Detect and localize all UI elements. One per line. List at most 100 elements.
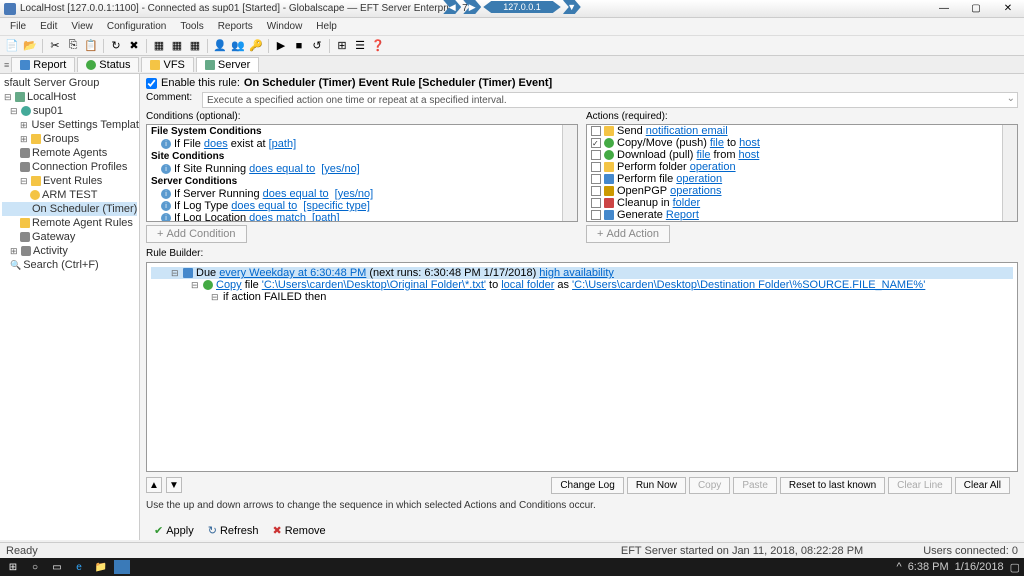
expand-icon[interactable]: ⊟ — [171, 268, 180, 279]
play-icon[interactable]: ▶ — [273, 38, 289, 54]
tree-remote-agent-rules[interactable]: Remote Agent Rules — [2, 216, 137, 230]
maximize-button[interactable]: ▢ — [964, 2, 988, 16]
action-as2[interactable]: AS2 Send file to host — [587, 221, 1017, 222]
tab-status[interactable]: Status — [77, 57, 139, 72]
cond-log-type[interactable]: iIf Log Type does equal to [specific typ… — [147, 200, 577, 212]
builder-row-copy[interactable]: ⊟ Copy file 'C:\Users\carden\Desktop\Ori… — [151, 279, 1013, 291]
stop-icon[interactable]: ■ — [291, 38, 307, 54]
cond-log-location[interactable]: iIf Log Location does match [path] — [147, 212, 577, 222]
cond-file-exist[interactable]: iIf File does exist at [path] — [147, 138, 577, 150]
clock-date[interactable]: 1/16/2018 — [955, 561, 1004, 573]
edge-icon[interactable]: e — [70, 560, 88, 574]
move-down-button[interactable]: ▼ — [166, 477, 182, 493]
tree-scheduler-rule[interactable]: On Scheduler (Timer) Event Rule — [2, 202, 137, 216]
tree-activity[interactable]: ⊞Activity — [2, 244, 137, 258]
tray-up-icon[interactable]: ^ — [897, 561, 902, 573]
new-icon[interactable]: 📄 — [4, 38, 20, 54]
grid-icon[interactable]: ⊞ — [334, 38, 350, 54]
menu-help[interactable]: Help — [310, 19, 343, 34]
rule-builder[interactable]: ⊟ Due every Weekday at 6:30:48 PM (next … — [146, 262, 1018, 472]
tree-site[interactable]: ⊟sup01 — [2, 104, 137, 118]
menu-view[interactable]: View — [65, 19, 99, 34]
users-icon[interactable]: 👥 — [230, 38, 246, 54]
action-perform-folder[interactable]: Perform folder operation — [587, 161, 1017, 173]
menu-window[interactable]: Window — [261, 19, 309, 34]
action-cleanup[interactable]: Cleanup in folder — [587, 197, 1017, 209]
tree-conn-profiles[interactable]: Connection Profiles — [2, 160, 137, 174]
apply-button[interactable]: ✔Apply — [154, 524, 194, 537]
search-icon[interactable]: ○ — [26, 560, 44, 574]
nav-back-icon[interactable]: ◀ — [443, 0, 461, 14]
tree-event-rules[interactable]: ⊟Event Rules — [2, 174, 137, 188]
tool-a-icon[interactable]: ▦ — [151, 38, 167, 54]
enable-rule-checkbox[interactable] — [146, 78, 157, 89]
refresh-icon[interactable]: ↻ — [108, 38, 124, 54]
action-perform-file[interactable]: Perform file operation — [587, 173, 1017, 185]
list-icon[interactable]: ☰ — [352, 38, 368, 54]
user-icon[interactable]: 👤 — [212, 38, 228, 54]
expand-icon[interactable]: ⊟ — [191, 280, 200, 291]
nav-drop-icon[interactable]: ▼ — [563, 0, 581, 14]
action-download[interactable]: Download (pull) file from host — [587, 149, 1017, 161]
action-copy-move[interactable]: Copy/Move (push) file to host — [587, 137, 1017, 149]
copy-icon[interactable]: ⎘ — [65, 38, 81, 54]
action-openpgp[interactable]: OpenPGP operations — [587, 185, 1017, 197]
menu-file[interactable]: File — [4, 19, 32, 34]
tree-gateway[interactable]: Gateway — [2, 230, 137, 244]
help-icon[interactable]: ❓ — [370, 38, 386, 54]
paste-button[interactable]: Paste — [733, 477, 777, 494]
remove-button[interactable]: ✖Remove — [273, 524, 326, 537]
menu-edit[interactable]: Edit — [34, 19, 63, 34]
move-up-button[interactable]: ▲ — [146, 477, 162, 493]
clear-line-button[interactable]: Clear Line — [888, 477, 952, 494]
menu-tools[interactable]: Tools — [174, 19, 209, 34]
reset-button[interactable]: Reset to last known — [780, 477, 885, 494]
tree-root[interactable]: sfault Server Group — [2, 76, 137, 90]
restart-icon[interactable]: ↺ — [309, 38, 325, 54]
checkbox-icon[interactable] — [591, 126, 601, 136]
tab-server[interactable]: Server — [196, 57, 259, 72]
minimize-button[interactable]: — — [932, 2, 956, 16]
tool-c-icon[interactable]: ▦ — [187, 38, 203, 54]
delete-icon[interactable]: ✖ — [126, 38, 142, 54]
taskview-icon[interactable]: ▭ — [48, 560, 66, 574]
tree-search[interactable]: 🔍Search (Ctrl+F) — [2, 258, 137, 272]
cut-icon[interactable]: ✂ — [47, 38, 63, 54]
close-button[interactable]: ✕ — [996, 2, 1020, 16]
checkbox-icon[interactable] — [591, 186, 601, 196]
tree-host[interactable]: ⊟LocalHost — [2, 90, 137, 104]
add-action-button[interactable]: +Add Action — [586, 225, 670, 243]
conditions-list[interactable]: File System Conditions iIf File does exi… — [146, 124, 578, 222]
comment-field[interactable]: Execute a specified action one time or r… — [202, 92, 1018, 108]
tool-b-icon[interactable]: ▦ — [169, 38, 185, 54]
add-condition-button[interactable]: +Add Condition — [146, 225, 247, 243]
tab-report[interactable]: Report — [11, 57, 75, 72]
menu-configuration[interactable]: Configuration — [101, 19, 172, 34]
paste-icon[interactable]: 📋 — [83, 38, 99, 54]
actions-list[interactable]: Send notification email Copy/Move (push)… — [586, 124, 1018, 222]
checkbox-icon[interactable] — [591, 174, 601, 184]
tree-groups[interactable]: ⊞Groups — [2, 132, 137, 146]
cond-site-running[interactable]: iIf Site Running does equal to [yes/no] — [147, 163, 577, 175]
checkbox-icon[interactable] — [591, 210, 601, 220]
expand-icon[interactable]: ⊟ — [211, 292, 220, 303]
tree-remote-agents[interactable]: Remote Agents — [2, 146, 137, 160]
refresh-button[interactable]: ↻Refresh — [208, 524, 259, 537]
clear-all-button[interactable]: Clear All — [955, 477, 1010, 494]
key-icon[interactable]: 🔑 — [248, 38, 264, 54]
action-send-email[interactable]: Send notification email — [587, 125, 1017, 137]
start-button[interactable]: ⊞ — [4, 560, 22, 574]
eft-icon[interactable] — [114, 560, 130, 574]
tree-arm-test[interactable]: ARM TEST — [2, 188, 137, 202]
open-icon[interactable]: 📂 — [22, 38, 38, 54]
explorer-icon[interactable]: 📁 — [92, 560, 110, 574]
action-generate[interactable]: Generate Report — [587, 209, 1017, 221]
connection-pill[interactable]: 127.0.0.1 — [483, 1, 561, 13]
checkbox-icon[interactable] — [591, 198, 601, 208]
notifications-icon[interactable]: ▢ — [1010, 561, 1020, 574]
builder-row-schedule[interactable]: ⊟ Due every Weekday at 6:30:48 PM (next … — [151, 267, 1013, 279]
copy-button[interactable]: Copy — [689, 477, 730, 494]
checkbox-icon[interactable] — [591, 162, 601, 172]
tree-templates[interactable]: ⊞User Settings Templates — [2, 118, 137, 132]
menu-reports[interactable]: Reports — [212, 19, 259, 34]
